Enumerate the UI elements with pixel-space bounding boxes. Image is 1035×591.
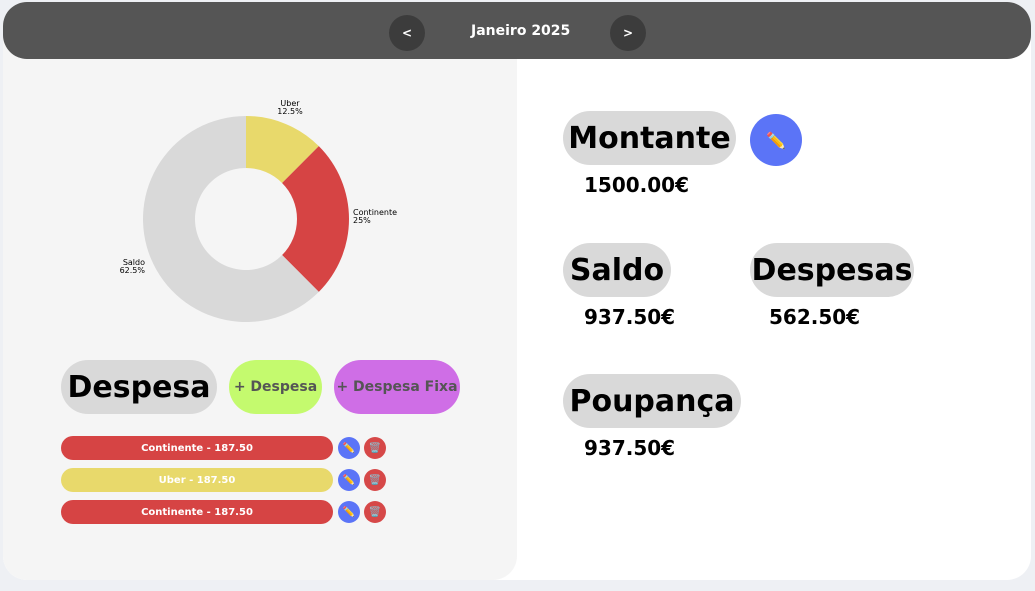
add-expense-button[interactable]: + Despesa xyxy=(229,360,322,414)
trash-icon: 🗑️ xyxy=(368,506,382,518)
despesas-title: Despesas xyxy=(750,243,914,297)
delete-expense-button[interactable]: 🗑️ xyxy=(364,437,386,459)
add-fixed-expense-button[interactable]: + Despesa Fixa xyxy=(334,360,460,414)
montante-title: Montante xyxy=(563,111,736,165)
edit-expense-button[interactable]: ✏️ xyxy=(338,469,360,491)
expense-donut-chart: Uber12.5%Continente25%Saldo62.5% xyxy=(120,99,397,322)
next-month-button[interactable]: > xyxy=(610,15,646,51)
pencil-icon: ✏️ xyxy=(766,130,786,150)
despesas-value: 562.50€ xyxy=(769,305,861,329)
saldo-title: Saldo xyxy=(563,243,671,297)
pencil-icon: ✏️ xyxy=(342,506,356,518)
poupanca-title: Poupança xyxy=(563,374,741,428)
expense-item[interactable]: Continente - 187.50 xyxy=(61,500,333,524)
edit-expense-button[interactable]: ✏️ xyxy=(338,437,360,459)
slice-percent-label: 25% xyxy=(353,216,371,225)
delete-expense-button[interactable]: 🗑️ xyxy=(364,469,386,491)
saldo-value: 937.50€ xyxy=(584,305,676,329)
top-bar: < Janeiro 2025 > xyxy=(3,2,1031,59)
edit-montante-button[interactable]: ✏️ xyxy=(750,114,802,166)
montante-value: 1500.00€ xyxy=(584,173,690,197)
delete-expense-button[interactable]: 🗑️ xyxy=(364,501,386,523)
slice-percent-label: 12.5% xyxy=(277,107,303,116)
poupanca-value: 937.50€ xyxy=(584,436,676,460)
expense-item[interactable]: Uber - 187.50 xyxy=(61,468,333,492)
edit-expense-button[interactable]: ✏️ xyxy=(338,501,360,523)
pencil-icon: ✏️ xyxy=(342,474,356,486)
month-label: Janeiro 2025 xyxy=(471,23,571,39)
trash-icon: 🗑️ xyxy=(368,474,382,486)
despesa-title: Despesa xyxy=(61,360,217,414)
prev-month-button[interactable]: < xyxy=(389,15,425,51)
app-frame: < Janeiro 2025 > Uber 12.5% Continente 25% S… xyxy=(3,2,1031,580)
expense-item[interactable]: Continente - 187.50 xyxy=(61,436,333,460)
pencil-icon: ✏️ xyxy=(342,442,356,454)
trash-icon: 🗑️ xyxy=(368,442,382,454)
slice-percent-label: 62.5% xyxy=(120,266,146,275)
